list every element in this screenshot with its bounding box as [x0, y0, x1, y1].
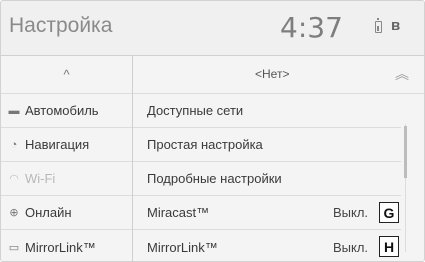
list-item-label: Подробные настройки [147, 171, 282, 186]
scroll-up-icon[interactable]: ︽ [395, 64, 409, 84]
network-header: <Нет> ︽ [133, 56, 424, 94]
clock: 4:37 [280, 11, 343, 44]
list-item-label: Miracast™ [147, 205, 210, 220]
sidebar-item-wifi[interactable]: ◠ Wi-Fi [1, 162, 132, 196]
sidebar-item-label: Автомобиль [25, 103, 99, 118]
sidebar-item-label: Навигация [25, 137, 90, 152]
list-item-mirrorlink[interactable]: MirrorLink™ Выкл. H [133, 230, 401, 261]
globe-icon: ⊕ [9, 207, 19, 219]
navigation-icon: ◔ [10, 138, 18, 151]
wifi-settings-list: <Нет> ︽ Доступные сети Простая настройка… [133, 56, 424, 261]
list-item-label: Доступные сети [147, 103, 244, 118]
mirrorlink-icon: ▭ [8, 241, 20, 254]
list-item-available-networks[interactable]: Доступные сети [133, 94, 401, 128]
current-network-label: <Нет> [255, 67, 290, 81]
wifi-icon: ◠ [9, 173, 19, 185]
chevron-up-icon: ^ [63, 67, 70, 82]
car-icon: ▬ [8, 104, 20, 117]
sidebar-item-vehicle[interactable]: ▬ Автомобиль [1, 94, 132, 128]
sidebar-item-label: MirrorLink™ [25, 239, 96, 255]
sidebar-item-online[interactable]: ⊕ Онлайн [1, 196, 132, 230]
list-item-advanced-settings[interactable]: Подробные настройки [133, 162, 401, 196]
mirrorlink-status: Выкл. [333, 239, 369, 255]
callout-letter-h: H [379, 236, 399, 257]
bluetooth-icon: ʙ [391, 17, 401, 34]
miracast-status: Выкл. [333, 205, 369, 220]
sidebar-item-label: Онлайн [25, 205, 72, 220]
list-item-label: MirrorLink™ [147, 239, 218, 255]
list-item-miracast[interactable]: Miracast™ Выкл. G [133, 196, 401, 230]
page-title: Настройка [9, 14, 113, 37]
sidebar-item-label: Wi-Fi [25, 171, 56, 186]
sidebar-item-navigation[interactable]: ◔ Навигация [1, 128, 132, 162]
sidebar-item-mirrorlink[interactable]: ▭ MirrorLink™ [1, 230, 132, 261]
scrollbar-thumb[interactable] [404, 126, 407, 178]
phone-battery-icon [375, 18, 382, 33]
list-item-easy-setup[interactable]: Простая настройка [133, 128, 401, 162]
sidebar-scroll-up-button[interactable]: ^ [1, 56, 132, 94]
settings-screen: Настройка 4:37 ʙ ^ ▬ Автомобиль ◔ Навига… [0, 0, 425, 262]
callout-letter-g: G [379, 202, 399, 223]
sidebar: ^ ▬ Автомобиль ◔ Навигация ◠ Wi-Fi ⊕ Онл… [1, 56, 132, 261]
list-item-label: Простая настройка [147, 137, 263, 152]
header-bar: Настройка 4:37 ʙ [1, 1, 424, 56]
